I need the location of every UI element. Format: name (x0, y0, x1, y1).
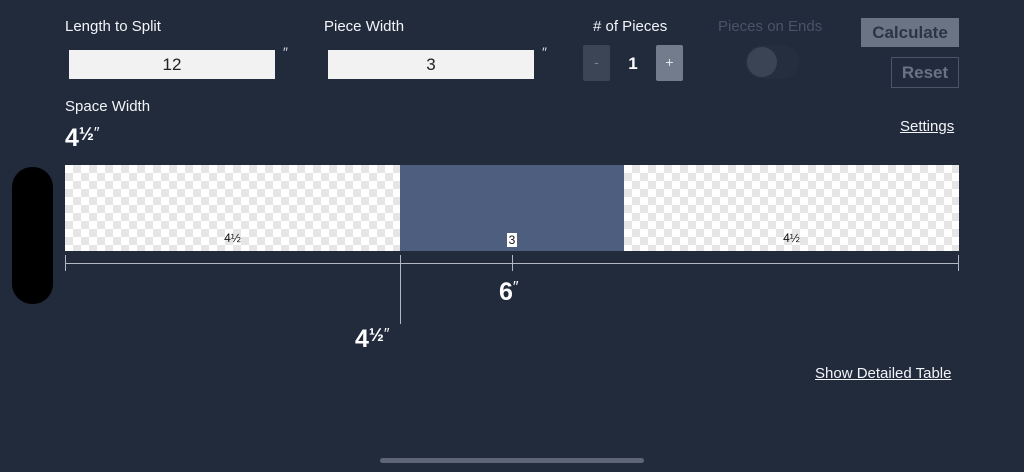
reset-button[interactable]: Reset (891, 57, 959, 88)
piece-width-label: Piece Width (324, 18, 405, 35)
piece-width-unit-mark: ″ (542, 44, 547, 60)
ruler-tick-end (958, 255, 959, 271)
settings-link[interactable]: Settings (900, 118, 954, 135)
space-width-unit: ″ (93, 125, 100, 142)
pieces-count-label: # of Pieces (593, 18, 668, 35)
calculate-button[interactable]: Calculate (861, 18, 959, 47)
space-width-whole: 4 (65, 124, 79, 152)
edge-measure-fraction: ½ (368, 325, 384, 345)
pieces-on-ends-label: Pieces on Ends (718, 18, 823, 35)
decrement-pieces-button[interactable]: - (583, 45, 610, 81)
pieces-count-value: 1 (628, 54, 638, 73)
space-width-fraction: ½ (78, 124, 94, 144)
center-measure-whole: 6 (499, 278, 513, 306)
piece-width-input[interactable]: 3 (328, 50, 534, 79)
edge-measure-whole: 4 (355, 325, 369, 353)
length-unit-mark: ″ (283, 44, 288, 60)
space-segment-left: 4½ (65, 165, 400, 251)
toggle-knob (747, 47, 777, 77)
length-to-split-input[interactable]: 12 (69, 50, 275, 79)
side-handle (12, 167, 53, 304)
pieces-on-ends-toggle[interactable] (745, 45, 799, 79)
center-measure-unit: ″ (512, 279, 519, 296)
layout-diagram: 4½ 3 4½ (65, 165, 959, 251)
edge-measure-unit: ″ (383, 326, 390, 343)
edge-measure: 4½″ (355, 325, 390, 354)
edge-dimension-line (400, 255, 401, 324)
space-width-label: Space Width (65, 98, 151, 115)
space-segment-left-label: 4½ (224, 231, 241, 245)
center-measure: 6″ (499, 278, 519, 307)
space-segment-right-label: 4½ (783, 231, 800, 245)
piece-segment: 3 (400, 165, 624, 251)
piece-label-wrap: 3 (400, 231, 624, 249)
increment-pieces-button[interactable]: + (656, 45, 683, 81)
ruler-tick-start (65, 255, 66, 271)
space-segment-right: 4½ (624, 165, 959, 251)
ruler-tick-center (512, 255, 513, 271)
show-detailed-table-link[interactable]: Show Detailed Table (815, 365, 951, 382)
home-indicator (380, 458, 644, 463)
piece-segment-label: 3 (506, 233, 518, 247)
length-to-split-label: Length to Split (65, 18, 161, 35)
space-width-value: 4½″ (65, 124, 100, 153)
